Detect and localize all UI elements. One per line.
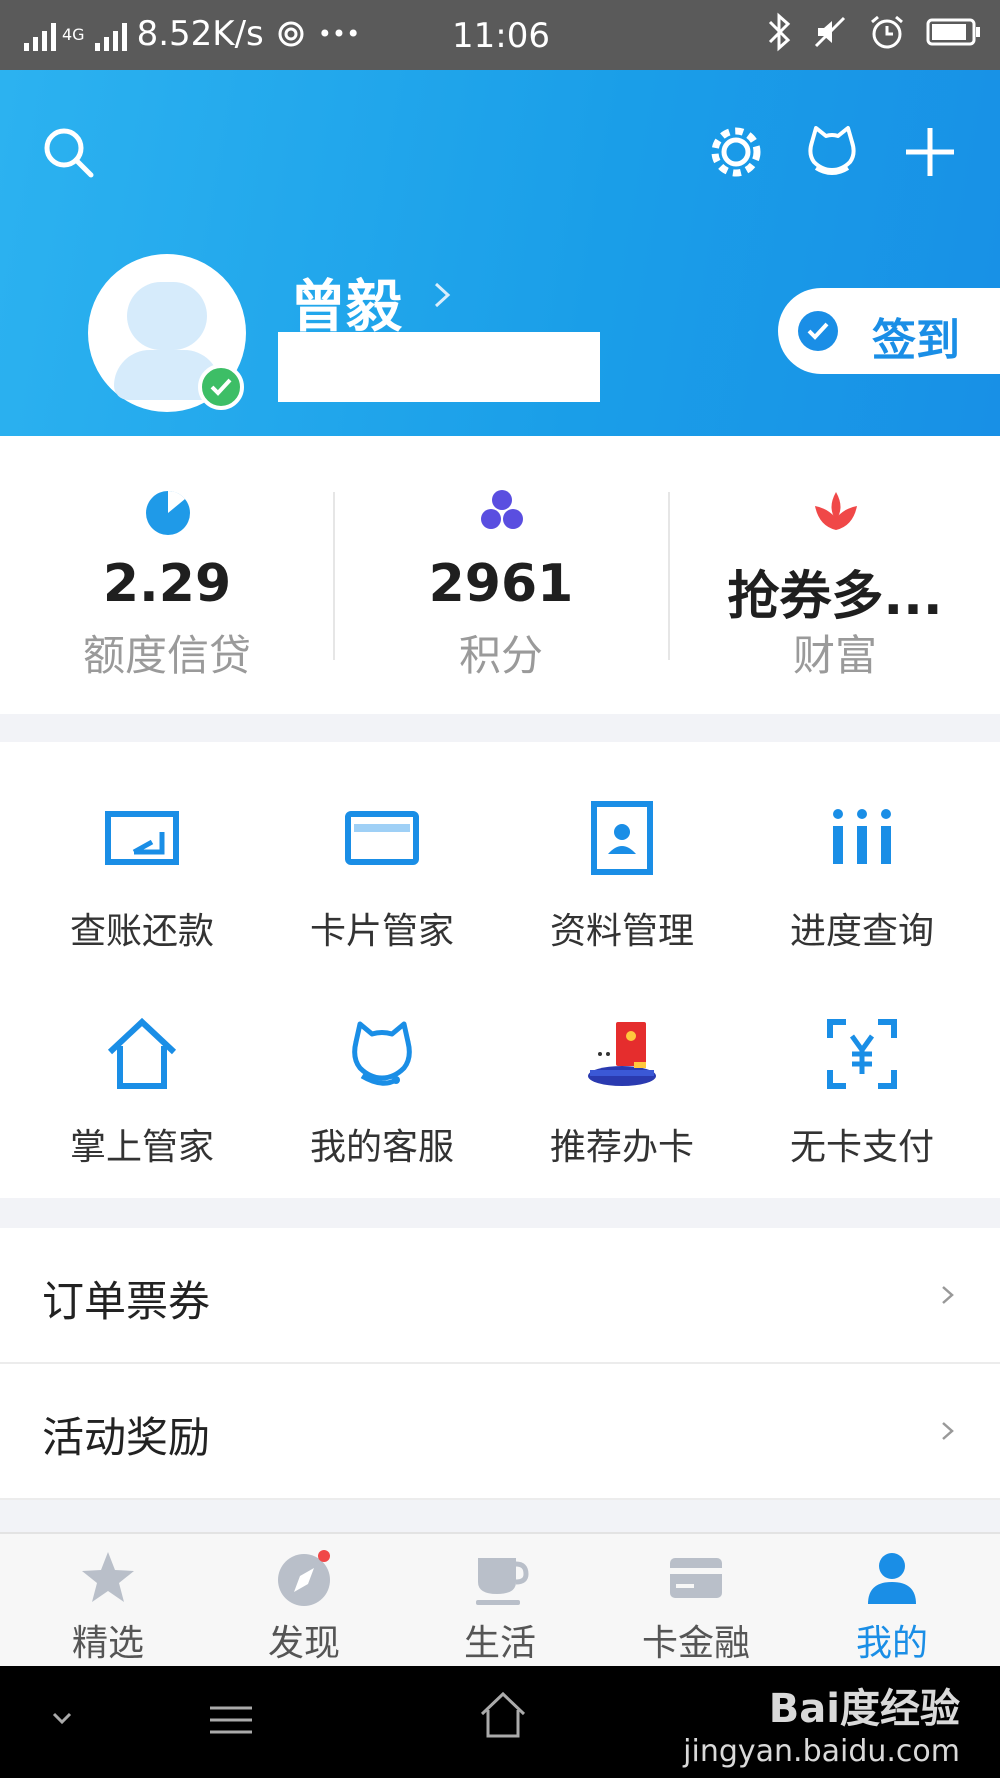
- tab-label: 我的: [855, 1623, 928, 1664]
- stat-value: 2961: [428, 554, 574, 614]
- grid-item-bill-repay[interactable]: 查账还款: [22, 760, 262, 960]
- lotus-icon: [815, 492, 857, 530]
- user-name[interactable]: 曾毅: [290, 262, 402, 343]
- progress-bars-icon: [833, 809, 891, 864]
- home-button-icon[interactable]: [478, 1690, 528, 1742]
- grid-item-label: 无卡支付: [789, 1127, 934, 1168]
- customer-service-cat-icon[interactable]: [802, 122, 862, 182]
- coffee-cup-icon: [476, 1558, 529, 1605]
- clock: 11:06: [452, 16, 550, 56]
- home-icon: [107, 1017, 177, 1089]
- list-item-label: 订单票券: [42, 1277, 211, 1326]
- stat-label: 积分: [458, 631, 543, 680]
- chevron-right-icon[interactable]: [422, 270, 462, 320]
- search-icon[interactable]: [38, 122, 98, 182]
- grid-item-label: 掌上管家: [69, 1127, 214, 1168]
- grid-item-pocket-manager[interactable]: 掌上管家: [22, 976, 262, 1176]
- signal-icon: [24, 17, 56, 51]
- verified-check-icon: [198, 364, 244, 410]
- tab-mine[interactable]: 我的: [792, 1534, 992, 1668]
- pie-icon: [146, 490, 190, 535]
- grid-item-label: 我的客服: [309, 1127, 454, 1168]
- grid-item-label: 推荐办卡: [549, 1127, 694, 1168]
- bill-repay-icon: [105, 811, 179, 865]
- list-item-orders-tickets[interactable]: 订单票券: [0, 1228, 1000, 1364]
- grid-item-label: 进度查询: [789, 911, 934, 952]
- bottom-tab-bar: 精选 发现 生活 卡金融 我的: [0, 1532, 1000, 1666]
- signal-icon-2: [94, 17, 127, 51]
- more-dots: •••: [317, 20, 361, 48]
- user-profile-icon: [868, 1553, 916, 1604]
- star-icon: [82, 1552, 134, 1602]
- stat-label: 额度信贷: [82, 631, 251, 680]
- tab-featured[interactable]: 精选: [8, 1534, 208, 1668]
- chevron-right-icon: [942, 1422, 954, 1440]
- chevron-down-icon[interactable]: [46, 1706, 78, 1730]
- grid-item-progress-query[interactable]: 进度查询: [742, 760, 982, 960]
- grid-item-card-manager[interactable]: 卡片管家: [262, 760, 502, 960]
- network-speed: 8.52K/s: [136, 14, 264, 54]
- avatar[interactable]: [88, 254, 246, 412]
- grid-item-cardless-pay[interactable]: 无卡支付: [742, 976, 982, 1176]
- signin-label: 签到: [872, 315, 960, 366]
- grid-item-label: 资料管理: [549, 911, 694, 952]
- system-nav-bar: Bai度经验 jingyan.baidu.com: [0, 1666, 1000, 1778]
- grid-item-label: 卡片管家: [309, 911, 454, 952]
- stat-value: 2.29: [102, 554, 232, 614]
- mute-icon: [814, 16, 846, 48]
- add-plus-icon[interactable]: [900, 122, 960, 182]
- grid-item-recommend-card[interactable]: 推荐办卡: [502, 976, 742, 1176]
- stat-value: 抢券多...: [727, 567, 943, 627]
- settings-gear-icon[interactable]: [706, 122, 766, 182]
- hotspot-icon: [278, 21, 304, 47]
- chevron-right-icon: [942, 1286, 954, 1304]
- tab-label: 发现: [267, 1623, 340, 1664]
- stat-wealth[interactable]: 抢券多... 财富: [668, 436, 1000, 714]
- grid-item-profile-manage[interactable]: 资料管理: [502, 760, 742, 960]
- baidu-watermark: Bai度经验 jingyan.baidu.com: [683, 1676, 960, 1769]
- tab-label: 卡金融: [641, 1623, 750, 1664]
- net-type: 4G: [62, 24, 85, 44]
- menu-icon[interactable]: [206, 1700, 256, 1740]
- status-bar: 4G 8.52K/s ••• 11:06: [0, 0, 1000, 70]
- scan-pay-icon: [827, 1019, 897, 1089]
- compass-icon: [278, 1550, 330, 1606]
- bluetooth-icon: [768, 12, 791, 52]
- service-cat-icon: [352, 1021, 412, 1086]
- bank-card-icon: [670, 1558, 722, 1598]
- stat-credit[interactable]: 2.29 额度信贷: [0, 436, 334, 714]
- points-bubbles-icon: [481, 490, 523, 529]
- tab-life[interactable]: 生活: [400, 1534, 600, 1668]
- tab-label: 生活: [463, 1623, 536, 1664]
- menu-list: 订单票券 活动奖励: [0, 1228, 1000, 1500]
- grid-item-customer-service[interactable]: 我的客服: [262, 976, 502, 1176]
- function-grid: 查账还款 卡片管家 资料管理 进度查询 掌上管家 我的客服 推荐办卡 无卡支付: [0, 742, 1000, 1198]
- watermark-url: jingyan.baidu.com: [683, 1734, 960, 1769]
- list-item-activity-rewards[interactable]: 活动奖励: [0, 1364, 1000, 1500]
- profile-header: 曾毅 签到: [0, 70, 1000, 436]
- red-envelope-gift-icon: [588, 1022, 656, 1086]
- stat-points[interactable]: 2961 积分: [334, 436, 668, 714]
- battery-icon: [926, 18, 980, 46]
- list-item-label: 活动奖励: [42, 1413, 211, 1462]
- account-number-mask: [278, 332, 600, 402]
- tab-card-finance[interactable]: 卡金融: [596, 1534, 796, 1668]
- stats-panel: 2.29 额度信贷 2961 积分 抢券多... 财富: [0, 436, 1000, 714]
- profile-document-icon: [591, 801, 653, 875]
- tab-label: 精选: [71, 1623, 144, 1664]
- alarm-icon: [871, 15, 903, 49]
- stat-label: 财富: [792, 631, 877, 680]
- tab-discover[interactable]: 发现: [204, 1534, 404, 1668]
- watermark-brand: Bai度经验: [768, 1686, 960, 1732]
- card-icon: [345, 811, 419, 865]
- grid-item-label: 查账还款: [69, 911, 214, 952]
- avatar-face: [127, 282, 207, 350]
- signin-button[interactable]: 签到: [778, 288, 1000, 374]
- check-icon: [798, 311, 838, 351]
